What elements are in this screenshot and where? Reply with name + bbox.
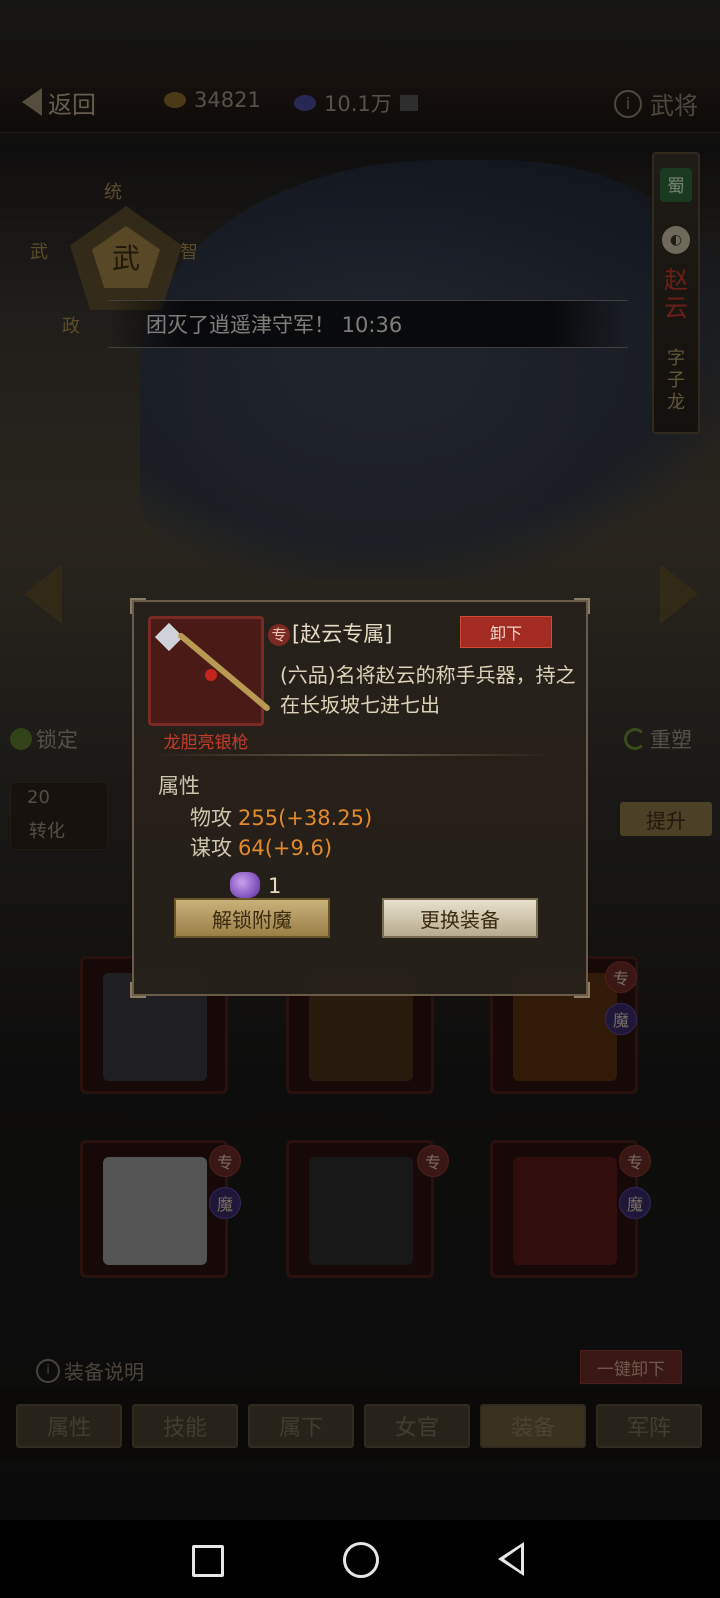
tassel-icon	[205, 669, 217, 681]
attr-name: 谋攻	[190, 836, 232, 860]
exclusive-label: [赵云专属]	[292, 622, 393, 646]
home-icon[interactable]	[343, 1542, 379, 1578]
divider	[154, 754, 554, 756]
corner-ornament	[130, 982, 146, 998]
corner-ornament	[574, 598, 590, 614]
system-nav-bar	[0, 1520, 720, 1598]
attr-row-strategy: 谋攻 64(+9.6)	[190, 832, 332, 862]
attr-name: 物攻	[190, 806, 232, 830]
item-icon-frame	[148, 616, 272, 726]
change-equip-button[interactable]: 更换装备	[382, 898, 538, 938]
corner-ornament	[574, 982, 590, 998]
game-screen: 返回 34821 10.1万 i 武将 统 武 智 政 武 团灭了逍遥津守军！ …	[0, 0, 720, 1520]
gem-count: 1	[268, 874, 282, 898]
attr-row-physical: 物攻 255(+38.25)	[190, 802, 372, 832]
attr-value: 255(+38.25)	[238, 806, 373, 830]
enchant-gem-icon	[230, 872, 260, 898]
attr-value: 64(+9.6)	[238, 836, 333, 860]
back-nav-icon-inner	[504, 1547, 521, 1571]
unlock-enchant-button[interactable]: 解锁附魔	[174, 898, 330, 938]
item-description: (六品)名将赵云的称手兵器，持之在长坂坡七进七出	[280, 663, 576, 717]
recents-icon[interactable]	[192, 1545, 224, 1577]
exclusive-badge: 专	[268, 624, 290, 646]
remove-equip-button[interactable]: 卸下	[460, 616, 552, 648]
attributes-title: 属性	[158, 774, 200, 798]
exclusive-line: 专 [赵云专属]	[268, 618, 392, 648]
spear-shaft-icon	[176, 631, 272, 713]
item-detail-modal: 龙胆亮银枪 专 [赵云专属] 卸下 (六品)名将赵云的称手兵器，持之在长坂坡七进七…	[130, 598, 590, 998]
item-name: 龙胆亮银枪	[163, 733, 249, 753]
corner-ornament	[130, 598, 146, 614]
